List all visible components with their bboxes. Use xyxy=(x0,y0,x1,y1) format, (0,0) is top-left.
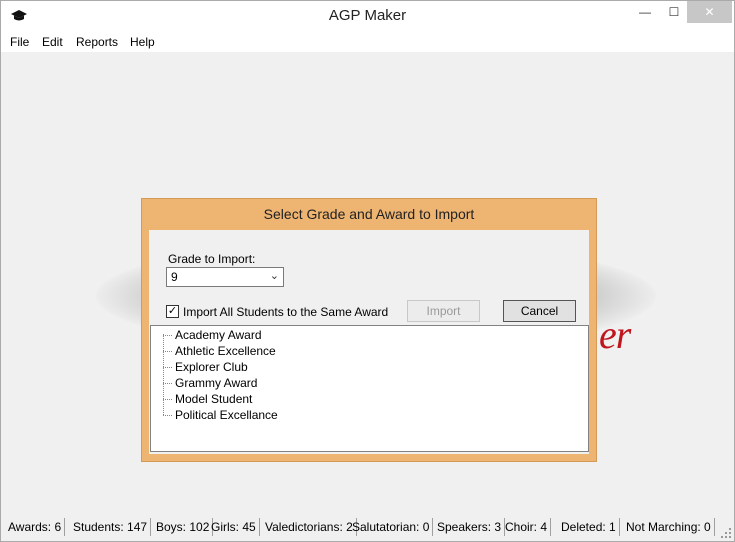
chevron-down-icon[interactable]: ⌄ xyxy=(270,269,279,282)
grade-select-value: 9 xyxy=(171,270,178,284)
minimize-button[interactable]: — xyxy=(630,1,660,23)
cancel-button[interactable]: Cancel xyxy=(503,300,576,322)
main-window: AGP Maker — ☐ ✕ File Edit Reports Help e… xyxy=(0,0,735,542)
status-bar: Awards: 6 Students: 147 Boys: 102 Girls:… xyxy=(1,515,734,541)
same-award-label[interactable]: Import All Students to the Same Award xyxy=(183,305,388,319)
status-awards: Awards: 6 xyxy=(5,518,66,536)
import-dialog: Select Grade and Award to Import Grade t… xyxy=(141,198,597,462)
status-deleted: Deleted: 1 xyxy=(558,518,620,536)
import-button[interactable]: Import xyxy=(407,300,480,322)
tree-item-explorer-club[interactable]: Explorer Club xyxy=(151,359,588,375)
resize-grip-icon[interactable] xyxy=(721,528,731,538)
status-students: Students: 147 xyxy=(70,518,152,536)
title-bar: AGP Maker — ☐ ✕ xyxy=(1,1,734,32)
tree-item-athletic-excellence[interactable]: Athletic Excellence xyxy=(151,343,588,359)
same-award-checkbox[interactable]: ✓ xyxy=(166,305,179,318)
status-choir: Choir: 4 xyxy=(502,518,552,536)
status-girls: Girls: 45 xyxy=(208,518,260,536)
maximize-button[interactable]: ☐ xyxy=(659,1,689,23)
dialog-title: Select Grade and Award to Import xyxy=(263,206,475,222)
award-tree[interactable]: Academy Award Athletic Excellence Explor… xyxy=(150,325,589,452)
menu-help[interactable]: Help xyxy=(130,35,155,49)
status-salutatorian: Salutatorian: 0 xyxy=(349,518,434,536)
status-not-marching: Not Marching: 0 xyxy=(623,518,715,536)
tree-item-grammy-award[interactable]: Grammy Award xyxy=(151,375,588,391)
status-boys: Boys: 102 xyxy=(153,518,214,536)
close-button[interactable]: ✕ xyxy=(687,1,732,23)
status-valedictorians: Valedictorians: 2 xyxy=(262,518,357,536)
window-title: AGP Maker xyxy=(328,7,407,24)
tree-item-political-excellance[interactable]: Political Excellance xyxy=(151,407,588,423)
menu-bar: File Edit Reports Help xyxy=(1,32,734,52)
status-speakers: Speakers: 3 xyxy=(434,518,506,536)
dialog-body: Grade to Import: 9 ⌄ ✓ Import All Studen… xyxy=(149,230,589,454)
menu-file[interactable]: File xyxy=(10,35,29,49)
grade-label: Grade to Import: xyxy=(168,252,256,266)
tree-item-model-student[interactable]: Model Student xyxy=(151,391,588,407)
menu-edit[interactable]: Edit xyxy=(42,35,63,49)
grade-select[interactable]: 9 ⌄ xyxy=(166,267,284,287)
menu-reports[interactable]: Reports xyxy=(76,35,118,49)
background-logo-text: er xyxy=(599,312,631,357)
tree-item-academy-award[interactable]: Academy Award xyxy=(151,327,588,343)
